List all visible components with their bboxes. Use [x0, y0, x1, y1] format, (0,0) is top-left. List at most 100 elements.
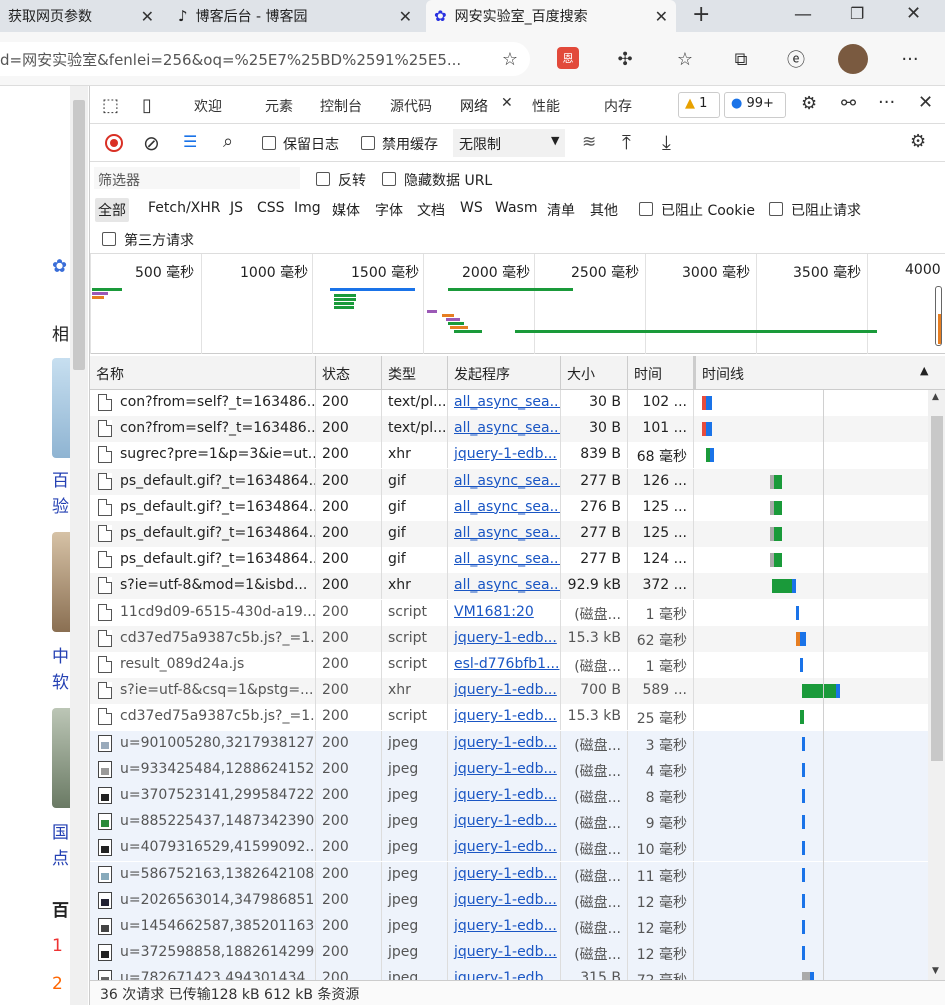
search-icon[interactable]: ⌕: [223, 131, 233, 152]
more-menu-icon[interactable]: ···: [897, 46, 923, 72]
column-waterfall[interactable]: 时间线: [694, 356, 945, 390]
column-initiator[interactable]: 发起程序: [448, 356, 561, 390]
column-name[interactable]: 名称: [90, 356, 316, 390]
tab-network[interactable]: 网络: [460, 96, 488, 116]
cell-initiator[interactable]: all_async_sea...: [448, 547, 561, 574]
cell-initiator[interactable]: VM1681:20: [448, 599, 561, 626]
type-wasm[interactable]: Wasm: [495, 200, 537, 216]
type-js[interactable]: JS: [230, 200, 243, 216]
type-doc[interactable]: 文档: [417, 200, 445, 220]
table-row[interactable]: u=2026563014,347986851... 200 jpeg jquery-1…: [90, 887, 928, 914]
cell-initiator[interactable]: jquery-1-edb...: [448, 756, 561, 783]
tab-performance[interactable]: 性能: [532, 96, 560, 116]
record-icon[interactable]: [105, 134, 123, 152]
cell-initiator[interactable]: all_async_sea...: [448, 573, 561, 600]
type-css[interactable]: CSS: [257, 200, 285, 216]
cell-initiator[interactable]: all_async_sea...: [448, 416, 561, 443]
filter-input[interactable]: 筛选器: [94, 167, 300, 189]
scroll-down-icon[interactable]: ▼: [932, 966, 939, 976]
table-row[interactable]: result_089d24a.js 200 script esl-d776bfb1..…: [90, 652, 928, 678]
cell-initiator[interactable]: all_async_sea...: [448, 521, 561, 547]
customize-icon[interactable]: ⚯: [841, 93, 856, 114]
cell-initiator[interactable]: jquery-1-edb...: [448, 678, 561, 705]
browser-tab-3[interactable]: ✿ 网安实验室_百度搜索 ✕: [426, 0, 676, 32]
close-window-icon[interactable]: ✕: [906, 3, 921, 24]
table-row[interactable]: sugrec?pre=1&p=3&ie=ut... 200 xhr jquery-1-…: [90, 442, 928, 469]
table-scrollbar-thumb[interactable]: [931, 416, 943, 761]
settings-gear-icon[interactable]: ⚙: [801, 93, 817, 114]
profile-avatar[interactable]: [838, 44, 868, 74]
extensions-puzzle-icon[interactable]: ✣: [612, 46, 638, 72]
table-row[interactable]: cd37ed75a9387c5b.js?_=1... 200 script jquer…: [90, 625, 928, 652]
type-ws[interactable]: WS: [460, 200, 483, 216]
table-row[interactable]: ps_default.gif?_t=1634864... 200 gif all_as…: [90, 494, 928, 521]
close-tab-icon[interactable]: ✕: [141, 7, 154, 26]
network-overview[interactable]: 500 毫秒 1000 毫秒 1500 毫秒 2000 毫秒 2500 毫秒 3…: [90, 254, 945, 354]
tab-sources[interactable]: 源代码: [390, 96, 432, 116]
network-conditions-icon[interactable]: ≋: [582, 132, 596, 152]
column-type[interactable]: 类型: [382, 356, 448, 390]
snippet-text[interactable]: 点: [52, 844, 69, 869]
table-row[interactable]: s?ie=utf-8&csq=1&pstg=... 200 xhr jquery-1-…: [90, 678, 928, 705]
minimize-icon[interactable]: —: [794, 4, 812, 25]
cell-initiator[interactable]: jquery-1-edb...: [448, 861, 561, 888]
device-emulation-icon[interactable]: ▯: [142, 95, 152, 116]
table-row[interactable]: s?ie=utf-8&mod=1&isbd... 200 xhr all_async_…: [90, 573, 928, 600]
table-row[interactable]: u=3707523141,299584722... 200 jpeg jquery-1…: [90, 783, 928, 809]
hide-data-urls-checkbox[interactable]: [382, 172, 396, 186]
table-row[interactable]: u=782671423,494301434... 200 jpeg jquery-1-…: [90, 966, 928, 980]
table-row[interactable]: u=4079316529,41599092... 200 jpeg jquery-1-…: [90, 835, 928, 862]
blocked-cookies-checkbox[interactable]: [639, 202, 653, 216]
messages-badge[interactable]: ● 99+: [724, 92, 786, 118]
ie-mode-icon[interactable]: ⓔ: [783, 46, 809, 72]
browser-tab-2[interactable]: ♪ 博客后台 - 博客园 ✕: [170, 0, 420, 32]
cell-initiator[interactable]: jquery-1-edb...: [448, 783, 561, 809]
restore-icon[interactable]: ❐: [850, 4, 864, 23]
cell-initiator[interactable]: jquery-1-edb...: [448, 835, 561, 862]
more-options-icon[interactable]: ···: [878, 92, 895, 113]
table-row[interactable]: cd37ed75a9387c5b.js?_=1... 200 script jquer…: [90, 704, 928, 731]
invert-checkbox[interactable]: [316, 172, 330, 186]
table-row[interactable]: u=885225437,1487342390... 200 jpeg jquery-1…: [90, 809, 928, 836]
snippet-text[interactable]: 国: [52, 818, 69, 843]
type-fetch-xhr[interactable]: Fetch/XHR: [148, 200, 221, 216]
blocked-requests-checkbox[interactable]: [769, 202, 783, 216]
collections-icon[interactable]: ⧉: [728, 46, 754, 72]
preserve-log-checkbox[interactable]: [262, 136, 276, 150]
cell-initiator[interactable]: jquery-1-edb...: [448, 704, 561, 731]
column-time[interactable]: 时间: [628, 356, 694, 390]
table-row[interactable]: u=933425484,1288624152... 200 jpeg jquery-1…: [90, 756, 928, 783]
table-row[interactable]: u=901005280,3217938127... 200 jpeg jquery-1…: [90, 730, 928, 757]
column-status[interactable]: 状态: [316, 356, 382, 390]
close-devtools-icon[interactable]: ✕: [918, 92, 933, 113]
warnings-badge[interactable]: ▲ 1: [678, 92, 720, 118]
cell-initiator[interactable]: all_async_sea...: [448, 390, 561, 416]
inspect-element-icon[interactable]: ⬚: [102, 95, 119, 116]
table-row[interactable]: u=1454662587,385201163... 200 jpeg jquery-1…: [90, 914, 928, 940]
sort-up-icon[interactable]: ▲: [920, 364, 928, 377]
add-favorite-icon[interactable]: ☆: [497, 46, 523, 72]
cell-initiator[interactable]: esl-d776bfb1...: [448, 652, 561, 678]
snippet-text[interactable]: 验: [52, 492, 69, 517]
cell-initiator[interactable]: jquery-1-edb...: [448, 809, 561, 836]
new-tab-icon[interactable]: +: [692, 2, 710, 27]
table-row[interactable]: con?from=self?_t=163486... 200 text/pl... a…: [90, 416, 928, 443]
third-party-checkbox[interactable]: [102, 232, 116, 246]
table-row[interactable]: ps_default.gif?_t=1634864... 200 gif all_as…: [90, 521, 928, 547]
scroll-up-icon[interactable]: ▲: [932, 392, 939, 402]
cell-initiator[interactable]: jquery-1-edb...: [448, 940, 561, 967]
close-network-tab-icon[interactable]: ✕: [501, 95, 513, 111]
type-media[interactable]: 媒体: [332, 200, 360, 220]
close-tab-icon[interactable]: ✕: [399, 7, 412, 26]
table-row[interactable]: con?from=self?_t=163486... 200 text/pl... a…: [90, 390, 928, 416]
type-manifest[interactable]: 清单: [547, 200, 575, 220]
url-field[interactable]: d=网安实验室&fenlei=256&oq=%25E7%25BD%2591%25…: [0, 42, 530, 76]
table-row[interactable]: 11cd9d09-6515-430d-a19... 200 script VM1681…: [90, 599, 928, 626]
tab-elements[interactable]: 元素: [265, 96, 293, 116]
type-img[interactable]: Img: [294, 200, 321, 216]
cell-initiator[interactable]: jquery-1-edb...: [448, 442, 561, 469]
extension-red-icon[interactable]: 恩: [557, 47, 579, 69]
snippet-text[interactable]: 软: [52, 668, 69, 693]
table-row[interactable]: ps_default.gif?_t=1634864... 200 gif all_as…: [90, 547, 928, 574]
table-row[interactable]: u=586752163,1382642108... 200 jpeg jquery-1…: [90, 861, 928, 888]
